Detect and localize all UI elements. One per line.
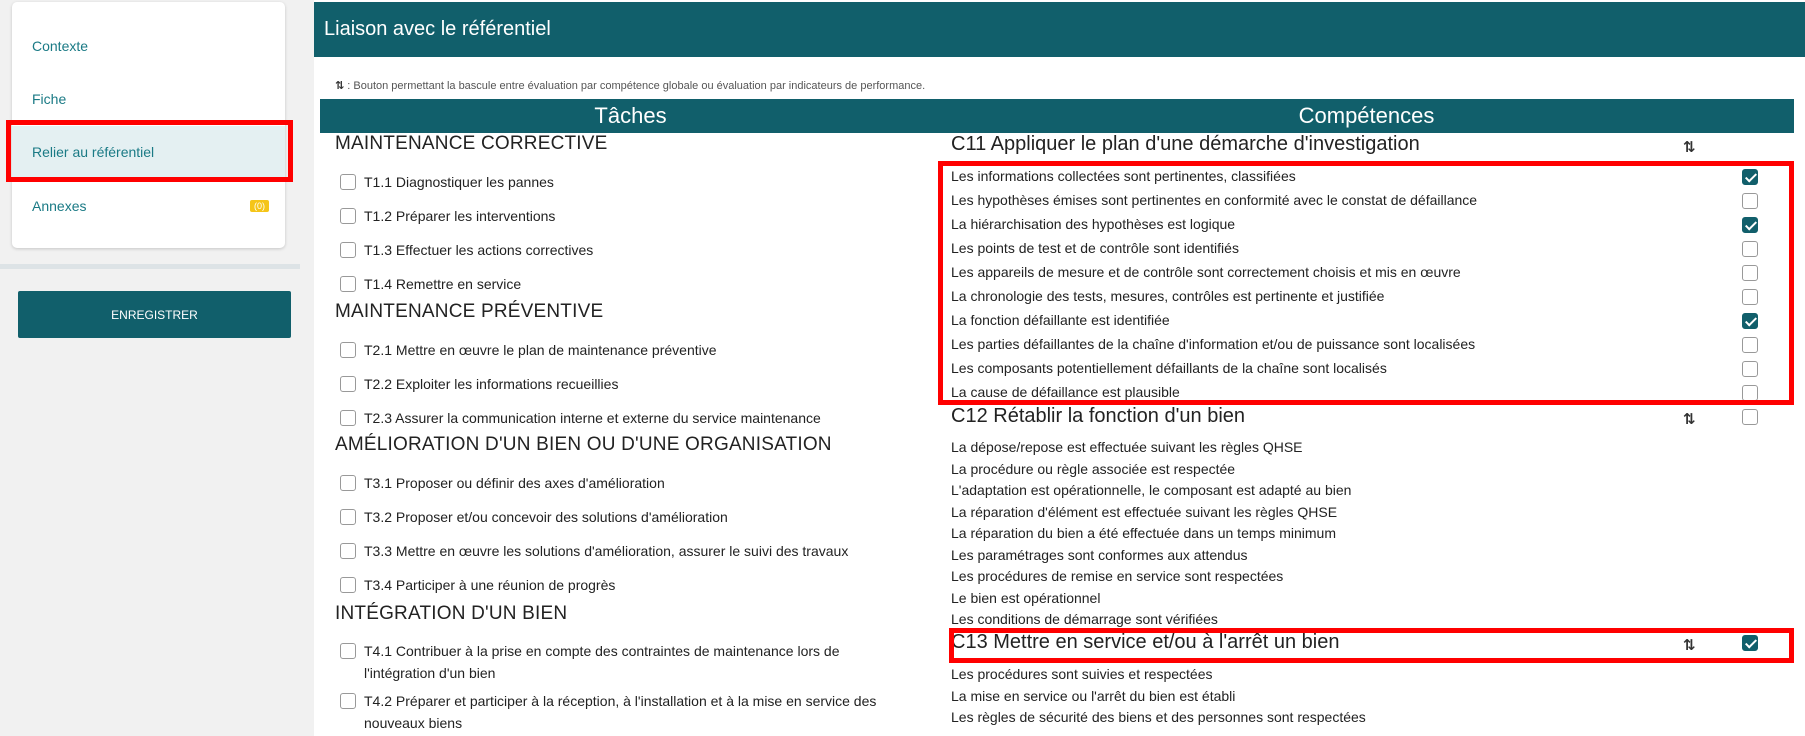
sidebar-item-annexes[interactable]: Annexes (0) xyxy=(12,180,285,232)
indicator-label: Les paramétrages sont conformes aux atte… xyxy=(951,546,1248,563)
task-label: T3.3 Mettre en œuvre les solutions d'amé… xyxy=(364,543,849,559)
task-checkbox[interactable] xyxy=(340,174,356,190)
category-title: INTÉGRATION D'UN BIEN xyxy=(335,603,568,624)
task-checkbox[interactable] xyxy=(340,693,356,709)
indicator-label: La mise en service ou l'arrêt du bien es… xyxy=(951,687,1236,704)
task-checkbox[interactable] xyxy=(340,475,356,491)
task-checkbox[interactable] xyxy=(340,577,356,593)
tasks-column-header: Tâches xyxy=(320,99,941,133)
highlight-box xyxy=(949,628,1794,663)
highlight-box xyxy=(938,161,1794,405)
task-label: T3.4 Participer à une réunion de progrès xyxy=(364,577,616,593)
annexes-count-badge: (0) xyxy=(250,200,269,212)
swap-legend: ⇅ : Bouton permettant la bascule entre é… xyxy=(335,79,925,92)
main-panel: Liaison avec le référentiel ⇅ : Bouton p… xyxy=(314,0,1805,736)
task-checkbox[interactable] xyxy=(340,208,356,224)
indicator-label: Les conditions de démarrage sont vérifié… xyxy=(951,611,1218,627)
indicator-label: Le bien est opérationnel xyxy=(951,589,1101,606)
task-checkbox[interactable] xyxy=(340,376,356,392)
task-label: T2.2 Exploiter les informations recueill… xyxy=(364,376,619,392)
swap-evaluation-icon[interactable]: ⇅ xyxy=(1683,138,1696,156)
indicator-label: Les règles de sécurité des biens et des … xyxy=(951,709,1366,725)
sidebar-item-contexte[interactable]: Contexte xyxy=(12,20,285,72)
task-checkbox[interactable] xyxy=(340,643,356,659)
task-label: T2.3 Assurer la communication interne et… xyxy=(364,410,821,426)
sidebar-item-label: Annexes xyxy=(32,198,87,214)
task-label: T2.1 Mettre en œuvre le plan de maintena… xyxy=(364,342,717,358)
save-button[interactable]: ENREGISTRER xyxy=(18,291,291,338)
category-title: AMÉLIORATION D'UN BIEN OU D'UNE ORGANISA… xyxy=(335,434,832,455)
page-title: Liaison avec le référentiel xyxy=(314,2,1805,57)
task-label: T3.1 Proposer ou définir des axes d'amél… xyxy=(364,475,665,491)
task-label: T4.1 Contribuer à la prise en compte des… xyxy=(364,643,840,681)
swap-icon: ⇅ xyxy=(335,80,345,92)
highlight-box xyxy=(6,120,293,182)
task-label: T3.2 Proposer et/ou concevoir des soluti… xyxy=(364,509,728,525)
swap-evaluation-icon[interactable]: ⇅ xyxy=(1683,410,1696,428)
task-checkbox[interactable] xyxy=(340,410,356,426)
indicator-label: La procédure ou règle associée est respe… xyxy=(951,460,1236,477)
competence-title: C11 Appliquer le plan d'une démarche d'i… xyxy=(951,133,1420,155)
indicator-label: La dépose/repose est effectuée suivant l… xyxy=(951,439,1303,455)
category-title: MAINTENANCE PRÉVENTIVE xyxy=(335,301,604,322)
indicator-label: La réparation du bien a été effectuée da… xyxy=(951,525,1336,541)
competence-checkbox[interactable] xyxy=(1742,409,1758,425)
sidebar-divider xyxy=(0,264,300,269)
competence-title: C12 Rétablir la fonction d'un bien xyxy=(951,405,1246,427)
indicator-label: Les procédures sont suivies et respectée… xyxy=(951,666,1213,682)
task-checkbox[interactable] xyxy=(340,509,356,525)
task-label: T1.4 Remettre en service xyxy=(364,276,522,292)
task-label: T1.3 Effectuer les actions correctives xyxy=(364,242,594,258)
task-checkbox[interactable] xyxy=(340,342,356,358)
task-checkbox[interactable] xyxy=(340,276,356,292)
legend-text: : Bouton permettant la bascule entre éva… xyxy=(344,80,926,92)
task-label: T1.2 Préparer les interventions xyxy=(364,208,556,224)
category-title: MAINTENANCE CORRECTIVE xyxy=(335,133,608,154)
indicator-label: L'adaptation est opérationnelle, le comp… xyxy=(951,482,1352,498)
task-label: T1.1 Diagnostiquer les pannes xyxy=(364,174,554,190)
sidebar-item-fiche[interactable]: Fiche xyxy=(12,73,285,125)
sidebar-item-label: Fiche xyxy=(32,91,67,107)
sidebar-item-label: Contexte xyxy=(32,38,89,54)
competences-column-header: Compétences xyxy=(939,99,1794,133)
task-checkbox[interactable] xyxy=(340,242,356,258)
indicator-label: La réparation d'élément est effectuée su… xyxy=(951,503,1338,520)
task-label: T4.2 Préparer et participer à la récepti… xyxy=(364,693,877,731)
indicator-label: Les procédures de remise en service sont… xyxy=(951,568,1284,584)
task-checkbox[interactable] xyxy=(340,543,356,559)
